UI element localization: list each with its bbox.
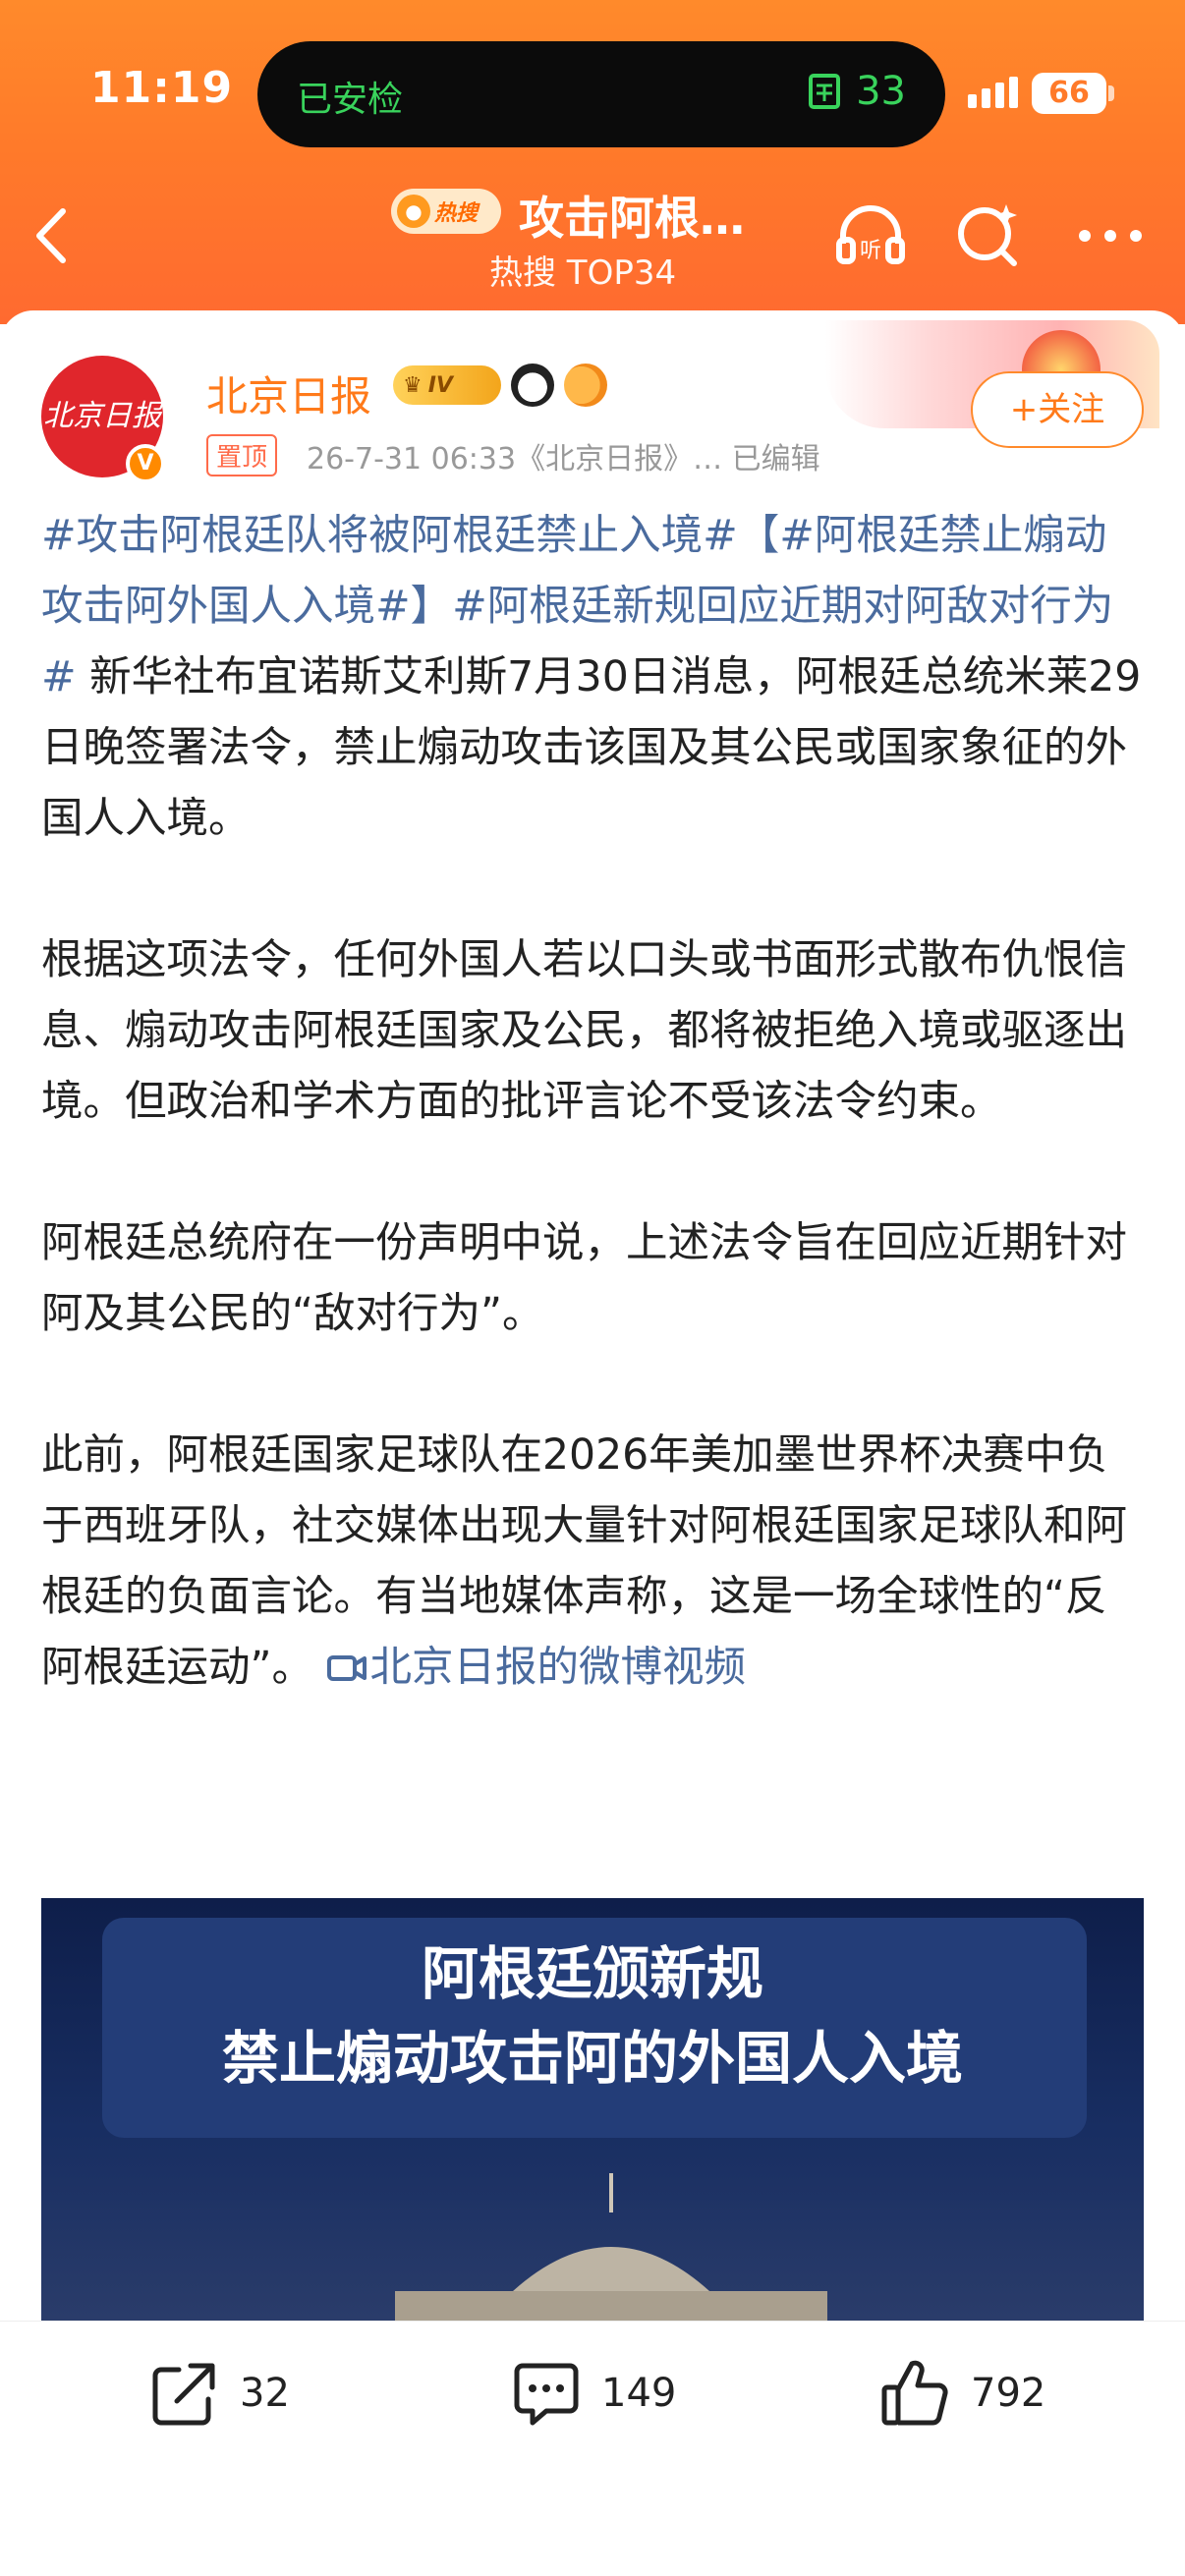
video-title-line-2: 禁止煽动攻击阿的外国人入境 <box>221 2025 963 2092</box>
paragraph-1: #攻击阿根廷队将被阿根廷禁止入境#【#阿根廷禁止煽动攻击阿外国人入境#】#阿根廷… <box>41 512 1142 843</box>
pinned-badge: 置顶 <box>206 434 278 476</box>
hot-search-icon: ● <box>397 195 430 228</box>
user-badges: ♛ IV <box>393 364 607 407</box>
repost-count: 32 <box>240 2371 290 2416</box>
panda-icon <box>511 364 554 407</box>
svg-text:听: 听 <box>860 239 881 263</box>
building-illustration <box>395 2173 827 2321</box>
signal-icon <box>968 77 1018 108</box>
video-link-icon <box>326 1655 367 1681</box>
share-icon <box>152 2363 215 2426</box>
dynamic-island: 已安检 33 <box>257 41 945 147</box>
crown-icon: ♛ IV <box>393 365 501 405</box>
page-title: 攻击阿根… <box>519 192 745 245</box>
like-button[interactable]: 792 <box>878 2356 1045 2431</box>
paragraph-3: 阿根廷总统府在一份声明中说，上述法令旨在回应近期针对阿及其公民的“敌对行为”。 <box>41 1219 1128 1338</box>
like-count: 792 <box>971 2371 1046 2416</box>
repost-button[interactable]: 32 <box>147 2356 290 2431</box>
follow-button[interactable]: +关注 <box>971 371 1144 448</box>
battery-tip <box>1108 85 1114 101</box>
post-body: #攻击阿根廷队将被阿根廷禁止入境#【#阿根廷禁止煽动攻击阿外国人入境#】#阿根廷… <box>41 501 1144 1774</box>
hashtag-link[interactable]: #攻击阿根廷队将被阿根廷禁止入境# <box>41 512 738 560</box>
queue-indicator: 33 <box>805 69 906 114</box>
paragraph-2: 根据这项法令，任何外国人若以口头或书面形式散布仇恨信息、煽动攻击阿根廷国家及公民… <box>41 936 1128 1126</box>
comment-button[interactable]: 149 <box>509 2356 676 2431</box>
page-subtitle: 热搜 TOP34 <box>489 253 677 293</box>
fish-icon <box>564 364 607 407</box>
hot-search-label: 热搜 <box>434 201 479 226</box>
battery-level: 66 <box>1032 73 1106 114</box>
hot-search-badge: ● 热搜 <box>391 189 501 234</box>
back-icon[interactable] <box>28 201 77 270</box>
security-check-label: 已安检 <box>297 80 404 120</box>
verified-icon: V <box>126 444 165 483</box>
author-name[interactable]: 北京日报 <box>206 364 371 423</box>
listen-icon[interactable]: 听 <box>831 196 910 275</box>
comment-count: 149 <box>601 2371 677 2416</box>
video-thumbnail[interactable]: 阿根廷颁新规 禁止煽动攻击阿的外国人入境 <box>41 1898 1144 2321</box>
thumbs-up-icon <box>881 2360 948 2426</box>
video-title-line-1: 阿根廷颁新规 <box>421 1940 763 2007</box>
paragraph-4: 此前，阿根廷国家足球队在2026年美加墨世界杯决赛中负于西班牙队，社交媒体出现大… <box>41 1431 1128 1692</box>
post-meta: 26-7-31 06:33《北京日报》… 已编辑 <box>307 442 820 476</box>
search-icon[interactable] <box>949 196 1028 275</box>
status-time: 11:19 <box>90 63 234 113</box>
comment-icon <box>514 2363 579 2426</box>
queue-icon <box>809 74 841 109</box>
video-link[interactable]: 北京日报的微博视频 <box>326 1644 746 1692</box>
more-icon[interactable] <box>1071 196 1150 275</box>
queue-count: 33 <box>856 69 906 114</box>
